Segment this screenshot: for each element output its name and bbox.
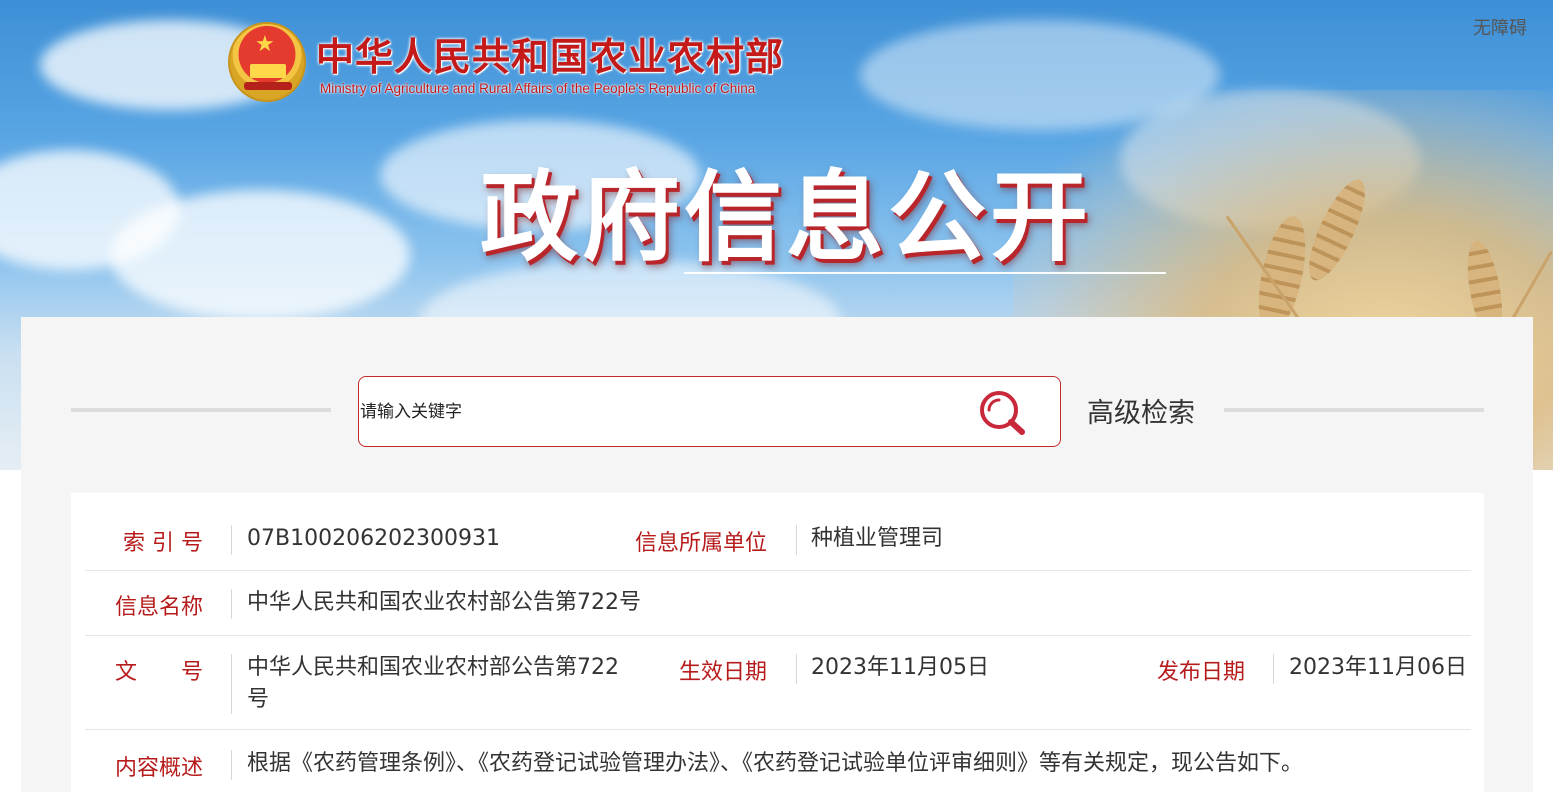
- effective-date-value: 2023年11月05日: [811, 655, 989, 680]
- search-row: 高级检索: [21, 317, 1533, 477]
- search-input[interactable]: [360, 397, 920, 427]
- owner-value: 种植业管理司: [811, 526, 944, 551]
- table-row: 索 引 号 07B100206202300931 信息所属单位 种植业管理司: [85, 493, 1471, 571]
- accessibility-link[interactable]: 无障碍: [1473, 14, 1527, 40]
- table-row: 信息名称 中华人民共和国农业农村部公告第722号: [85, 571, 1471, 636]
- doc-no-value: 中华人民共和国农业农村部公告第722号: [247, 655, 619, 712]
- search-icon[interactable]: [977, 389, 1027, 437]
- divider-left: [71, 408, 331, 412]
- table-row: 文 号 中华人民共和国农业农村部公告第722号 生效日期 2023年11月05日…: [85, 636, 1471, 730]
- main-panel: 高级检索 索 引 号 07B100206202300931 信息所属单位 种植业…: [21, 317, 1533, 792]
- summary-value: 根据《农药管理条例》、《农药登记试验管理办法》、《农药登记试验单位评审细则》等有…: [247, 751, 1304, 776]
- ministry-name-cn[interactable]: 中华人民共和国农业农村部: [316, 26, 784, 81]
- effective-date-label: 生效日期: [679, 660, 768, 685]
- doc-no-label: 文 号: [115, 660, 204, 685]
- title-underline: [684, 272, 1166, 274]
- owner-label: 信息所属单位: [635, 531, 768, 556]
- table-row: 内容概述 根据《农药管理条例》、《农药登记试验管理办法》、《农药登记试验单位评审…: [85, 730, 1471, 792]
- search-box: [358, 376, 1061, 447]
- advanced-search-link[interactable]: 高级检索: [1087, 391, 1195, 430]
- index-no-value: 07B100206202300931: [247, 526, 501, 551]
- summary-label: 内容概述: [115, 756, 204, 781]
- national-emblem-icon: ★: [228, 22, 306, 102]
- publish-date-label: 发布日期: [1157, 660, 1246, 685]
- index-no-label: 索 引 号: [123, 531, 203, 556]
- info-table: 索 引 号 07B100206202300931 信息所属单位 种植业管理司 信…: [71, 493, 1484, 792]
- info-name-label: 信息名称: [115, 595, 204, 620]
- divider-right: [1224, 408, 1484, 412]
- ministry-name-en[interactable]: Ministry of Agriculture and Rural Affair…: [320, 81, 755, 96]
- publish-date-value: 2023年11月06日: [1289, 655, 1467, 680]
- page-title: 政府信息公开: [480, 161, 1093, 275]
- info-name-value: 中华人民共和国农业农村部公告第722号: [247, 590, 641, 615]
